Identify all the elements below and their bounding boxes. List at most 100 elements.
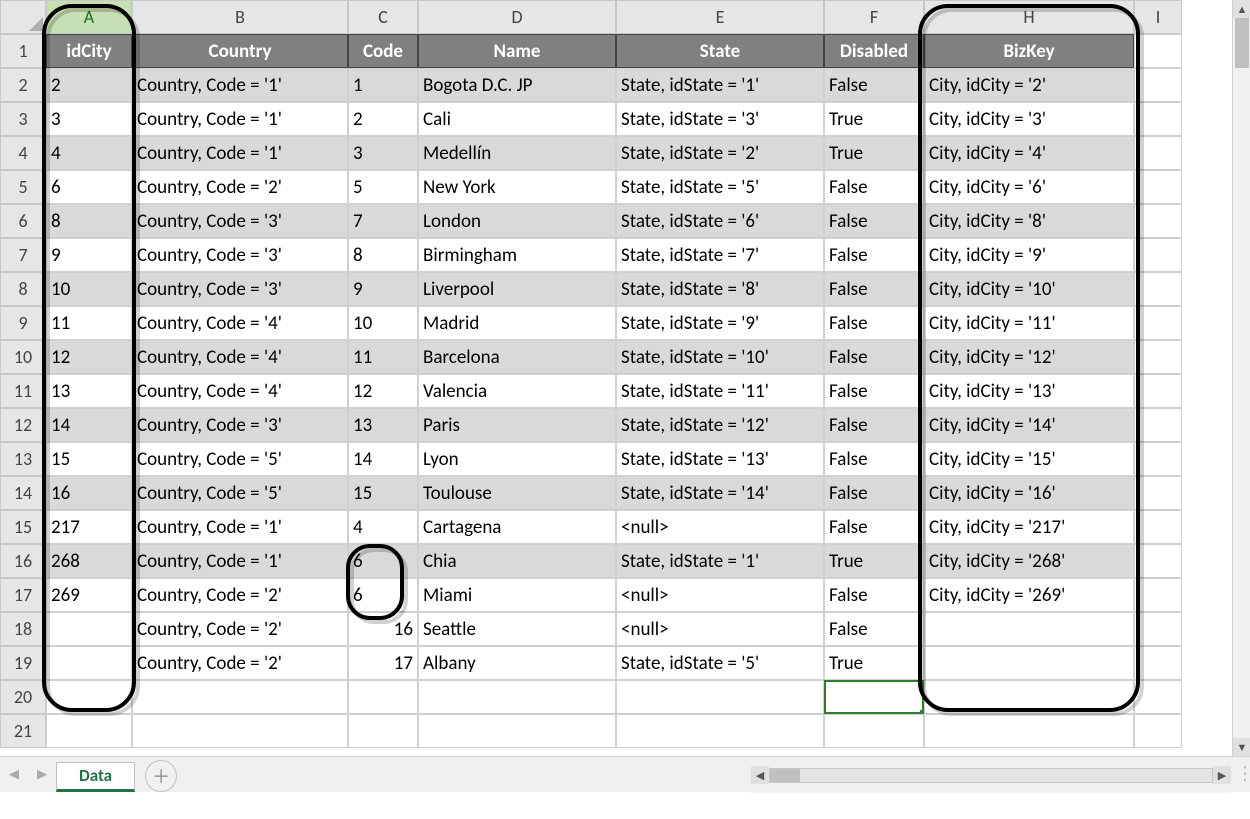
table-header-A[interactable]: idCity (46, 34, 132, 68)
cell-15-H[interactable]: City, idCity = '217' (924, 510, 1134, 544)
cell-17-B[interactable]: Country, Code = '2' (132, 578, 348, 612)
cell-9-B[interactable]: Country, Code = '4' (132, 306, 348, 340)
cell-14-E[interactable]: State, idState = '14' (616, 476, 824, 510)
cell-9-C[interactable]: 10 (348, 306, 418, 340)
row-header-16[interactable]: 16 (0, 544, 46, 578)
cell-20-A[interactable] (46, 680, 132, 714)
cell-12-E[interactable]: State, idState = '12' (616, 408, 824, 442)
cell-8-H[interactable]: City, idCity = '10' (924, 272, 1134, 306)
cell-4-C[interactable]: 3 (348, 136, 418, 170)
column-header-B[interactable]: B (132, 0, 348, 34)
cell-10-D[interactable]: Barcelona (418, 340, 616, 374)
cell-18-D[interactable]: Seattle (418, 612, 616, 646)
cell-3-C[interactable]: 2 (348, 102, 418, 136)
cell-10-B[interactable]: Country, Code = '4' (132, 340, 348, 374)
table-header-C[interactable]: Code (348, 34, 418, 68)
column-header-H[interactable]: H (924, 0, 1134, 34)
cell-6-B[interactable]: Country, Code = '3' (132, 204, 348, 238)
cell-19-D[interactable]: Albany (418, 646, 616, 680)
column-header-F[interactable]: F (824, 0, 924, 34)
cell-13-E[interactable]: State, idState = '13' (616, 442, 824, 476)
scroll-up-icon[interactable]: ▲ (1233, 0, 1250, 18)
cell-15-B[interactable]: Country, Code = '1' (132, 510, 348, 544)
cell-2-C[interactable]: 1 (348, 68, 418, 102)
cell-12-F[interactable]: False (824, 408, 924, 442)
cell-5-H[interactable]: City, idCity = '6' (924, 170, 1134, 204)
cell-14-B[interactable]: Country, Code = '5' (132, 476, 348, 510)
cell-10-I[interactable] (1134, 340, 1182, 374)
select-all-corner[interactable] (0, 0, 46, 34)
cell-20-E[interactable] (616, 680, 824, 714)
row-header-5[interactable]: 5 (0, 170, 46, 204)
row-header-6[interactable]: 6 (0, 204, 46, 238)
cell-5-D[interactable]: New York (418, 170, 616, 204)
cell-16-H[interactable]: City, idCity = '268' (924, 544, 1134, 578)
row-header-13[interactable]: 13 (0, 442, 46, 476)
cell-18-A[interactable] (46, 612, 132, 646)
tab-nav-next-icon[interactable]: ▶ (28, 757, 56, 793)
cell-2-F[interactable]: False (824, 68, 924, 102)
cell-18-E[interactable]: <null> (616, 612, 824, 646)
new-sheet-button[interactable]: ＋ (145, 760, 177, 792)
horizontal-scroll-track[interactable] (769, 768, 1213, 783)
cell-17-H[interactable]: City, idCity = '269' (924, 578, 1134, 612)
cell-1-I[interactable] (1134, 34, 1182, 68)
row-header-1[interactable]: 1 (0, 34, 46, 68)
cell-18-C[interactable]: 16 (348, 612, 418, 646)
cell-14-F[interactable]: False (824, 476, 924, 510)
cell-17-D[interactable]: Miami (418, 578, 616, 612)
cell-16-B[interactable]: Country, Code = '1' (132, 544, 348, 578)
cell-10-C[interactable]: 11 (348, 340, 418, 374)
cell-3-B[interactable]: Country, Code = '1' (132, 102, 348, 136)
row-header-7[interactable]: 7 (0, 238, 46, 272)
table-header-D[interactable]: Name (418, 34, 616, 68)
cell-5-B[interactable]: Country, Code = '2' (132, 170, 348, 204)
cell-19-A[interactable] (46, 646, 132, 680)
cell-12-D[interactable]: Paris (418, 408, 616, 442)
row-header-2[interactable]: 2 (0, 68, 46, 102)
row-header-18[interactable]: 18 (0, 612, 46, 646)
cell-12-A[interactable]: 14 (46, 408, 132, 442)
cell-21-I[interactable] (1134, 714, 1182, 748)
cell-17-A[interactable]: 269 (46, 578, 132, 612)
tab-nav-prev-icon[interactable]: ◀ (0, 757, 28, 793)
cell-21-B[interactable] (132, 714, 348, 748)
cell-2-D[interactable]: Bogota D.C. JP (418, 68, 616, 102)
cell-7-H[interactable]: City, idCity = '9' (924, 238, 1134, 272)
cell-5-C[interactable]: 5 (348, 170, 418, 204)
cell-7-B[interactable]: Country, Code = '3' (132, 238, 348, 272)
horizontal-scroll-thumb[interactable] (770, 769, 800, 782)
cell-8-D[interactable]: Liverpool (418, 272, 616, 306)
cell-21-F[interactable] (824, 714, 924, 748)
cell-10-H[interactable]: City, idCity = '12' (924, 340, 1134, 374)
cell-9-H[interactable]: City, idCity = '11' (924, 306, 1134, 340)
vertical-scroll-thumb[interactable] (1235, 18, 1249, 68)
cell-17-C[interactable]: 6 (348, 578, 418, 612)
cell-21-H[interactable] (924, 714, 1134, 748)
row-header-15[interactable]: 15 (0, 510, 46, 544)
row-header-8[interactable]: 8 (0, 272, 46, 306)
cell-14-C[interactable]: 15 (348, 476, 418, 510)
cell-5-E[interactable]: State, idState = '5' (616, 170, 824, 204)
cell-19-F[interactable]: True (824, 646, 924, 680)
cell-8-B[interactable]: Country, Code = '3' (132, 272, 348, 306)
cell-12-B[interactable]: Country, Code = '3' (132, 408, 348, 442)
cell-9-A[interactable]: 11 (46, 306, 132, 340)
cell-17-F[interactable]: False (824, 578, 924, 612)
cell-13-F[interactable]: False (824, 442, 924, 476)
cell-15-F[interactable]: False (824, 510, 924, 544)
cell-14-A[interactable]: 16 (46, 476, 132, 510)
cell-9-F[interactable]: False (824, 306, 924, 340)
cell-21-A[interactable] (46, 714, 132, 748)
cell-20-B[interactable] (132, 680, 348, 714)
cell-11-E[interactable]: State, idState = '11' (616, 374, 824, 408)
cell-5-I[interactable] (1134, 170, 1182, 204)
cell-18-H[interactable] (924, 612, 1134, 646)
cell-16-D[interactable]: Chia (418, 544, 616, 578)
cell-18-F[interactable]: False (824, 612, 924, 646)
cell-12-H[interactable]: City, idCity = '14' (924, 408, 1134, 442)
cell-2-I[interactable] (1134, 68, 1182, 102)
cell-7-C[interactable]: 8 (348, 238, 418, 272)
cell-2-A[interactable]: 2 (46, 68, 132, 102)
row-header-17[interactable]: 17 (0, 578, 46, 612)
